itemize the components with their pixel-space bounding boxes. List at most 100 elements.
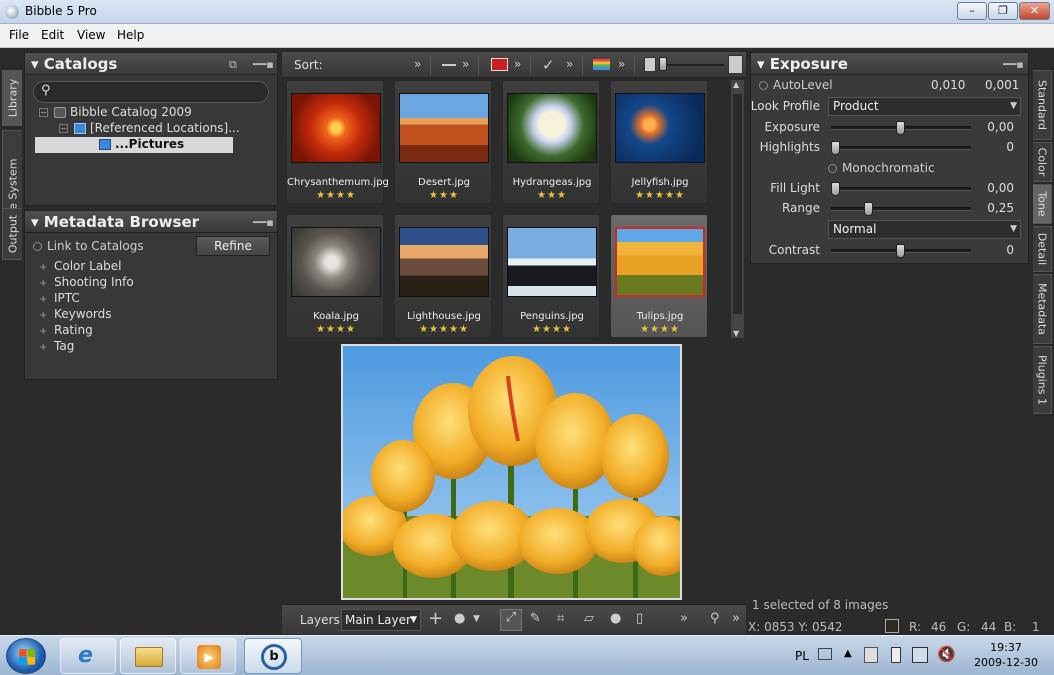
taskbar-explorer[interactable] [120,638,176,674]
expand-icon[interactable]: + [39,342,48,353]
contrast-slider[interactable] [831,244,971,258]
thumb-size-slider[interactable] [660,64,724,66]
tab-library[interactable]: Library [2,70,22,126]
tree-item-catalog[interactable]: − Bibble Catalog 2009 [39,105,192,121]
volume-muted-icon[interactable]: 🔇 [937,645,956,675]
straighten-icon[interactable]: ▱ [584,611,594,626]
chevron-down-icon[interactable]: ▼ [473,614,480,624]
menu-file[interactable]: File [9,28,29,42]
thumb-size-knob[interactable] [659,57,667,71]
thumbnail-desert[interactable]: Desert.jpg ★★★ [394,80,492,204]
expand-icon[interactable]: + [39,294,48,305]
metadata-item-tag[interactable]: + Tag [39,339,74,353]
taskbar-bibble[interactable]: b [244,638,302,674]
scroll-up-icon[interactable]: ▲ [733,80,739,89]
filter-more-chevron[interactable]: » [618,57,625,71]
tab-color[interactable]: Color [1033,142,1052,182]
tab-tone[interactable]: Tone [1033,184,1052,224]
thumbnail-hydrangeas[interactable]: Hydrangeas.jpg ★★★ [502,80,600,204]
range-slider-knob[interactable] [863,202,873,216]
refine-button[interactable]: Refine [196,236,270,256]
range-value[interactable]: 0,25 [987,201,1014,215]
check-more-chevron[interactable]: » [566,57,573,71]
tab-plugins[interactable]: Plugins 1 [1033,346,1052,414]
crop-icon[interactable]: ⌗ [557,611,564,626]
expand-icon[interactable]: + [39,262,48,273]
expand-icon[interactable]: + [39,310,48,321]
color-filter-icon[interactable] [593,59,610,70]
tree-item-pictures[interactable]: ...Pictures [35,137,233,153]
pin-icon[interactable]: ━━▪ [253,58,274,71]
fit-icon[interactable]: ⤢ [500,609,522,631]
thumbnail-jellyfish[interactable]: Jellyfish.jpg ★★★★★ [610,80,708,204]
more-chevron[interactable]: » [680,611,688,626]
exposure-slider-knob[interactable] [896,121,905,135]
taskbar-media-player[interactable]: ▶ [180,638,236,674]
eyedropper-icon[interactable]: ✎ [530,611,541,626]
zoom-icon[interactable]: ⚲ [710,611,720,626]
monochromatic-checkbox[interactable]: Monochromatic [828,161,935,175]
tab-detail[interactable]: Detail [1033,226,1052,272]
link-to-catalogs[interactable]: Link to Catalogs [33,239,144,253]
battery-icon[interactable] [891,647,901,663]
scroll-down-icon[interactable]: ▼ [733,329,739,338]
tab-metadata[interactable]: Metadata [1033,274,1052,344]
menu-edit[interactable]: Edit [41,28,64,42]
circle-tool-icon[interactable]: ● [454,611,465,626]
tree-item-referenced[interactable]: − [Referenced Locations]... [59,121,240,137]
radio-icon[interactable] [828,164,837,173]
contrast-value[interactable]: 0 [1006,243,1014,257]
copy-icon[interactable]: ⧉ [229,58,249,71]
start-button[interactable] [6,638,46,674]
network-icon[interactable] [912,647,928,663]
minimize-button[interactable]: – [957,2,987,20]
thumbnail-penguins[interactable]: Penguins.jpg ★★★★ [502,214,600,338]
dash-icon[interactable] [442,64,456,66]
checkmark-icon[interactable]: ✓ [542,56,555,74]
metadata-item-iptc[interactable]: + IPTC [39,291,80,305]
color-label-icon[interactable] [491,58,508,71]
range-mode-select[interactable]: Normal ▼ [828,220,1021,239]
exposure-value[interactable]: 0,00 [987,120,1014,134]
autolevel-value-1[interactable]: 0,010 [931,78,965,92]
tab-output[interactable]: Output [2,208,22,260]
rating-more-chevron[interactable]: » [462,57,469,71]
fill-light-slider[interactable] [831,182,971,196]
thumbnail-chrysanthemum[interactable]: Chrysanthemum.jpg ★★★★ [286,80,389,204]
language-indicator[interactable]: PL [795,649,809,675]
metadata-item-keywords[interactable]: + Keywords [39,307,112,321]
look-profile-select[interactable]: Product ▼ [828,97,1021,116]
metadata-item-shooting-info[interactable]: + Shooting Info [39,275,134,289]
fill-light-slider-knob[interactable] [831,182,840,196]
sort-more-chevron[interactable]: » [414,57,421,71]
menu-help[interactable]: Help [117,28,144,42]
metadata-item-color-label[interactable]: + Color Label [39,259,122,273]
highlights-value[interactable]: 0 [1006,140,1014,154]
clock[interactable]: 19:37 2009-12-30 [966,640,1046,670]
spot-tool-icon[interactable]: ● [610,611,621,626]
add-layer-icon[interactable]: + [428,608,443,629]
autolevel-value-2[interactable]: 0,001 [985,78,1019,92]
metadata-item-rating[interactable]: + Rating [39,323,93,337]
show-hidden-icons[interactable]: ▲ [844,648,852,675]
thumbnail-koala[interactable]: Koala.jpg ★★★★ [286,214,384,338]
eraser-icon[interactable]: ▯ [636,611,643,626]
exposure-slider[interactable] [831,121,971,135]
close-button[interactable]: ✕ [1019,2,1050,20]
radio-icon[interactable] [759,81,768,90]
radio-icon[interactable] [33,242,42,251]
highlights-slider[interactable] [831,141,971,155]
taskbar-ie[interactable]: e [60,638,116,674]
zoom-more-chevron[interactable]: » [732,611,740,626]
highlights-slider-knob[interactable] [831,141,840,155]
menu-view[interactable]: View [77,28,105,42]
maximize-button[interactable]: ❐ [988,2,1018,20]
thumbnail-scrollbar[interactable]: ▲ ▼ [731,80,744,338]
thumbnail-lighthouse[interactable]: Lighthouse.jpg ★★★★★ [394,214,492,338]
action-center-icon[interactable] [864,647,878,663]
small-thumb-icon[interactable] [644,57,656,72]
catalog-search-input[interactable]: ⚲ [33,81,269,103]
expand-icon[interactable]: + [39,326,48,337]
thumbnail-tulips[interactable]: Tulips.jpg ★★★★ [610,214,708,338]
range-slider[interactable] [831,202,971,216]
